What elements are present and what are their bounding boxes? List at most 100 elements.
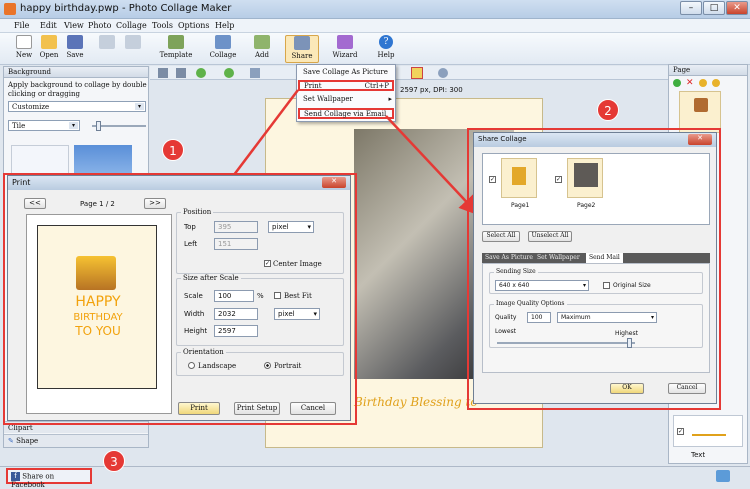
new-button[interactable]: New [14,35,34,59]
sending-size-select[interactable]: 640 x 640▾ [495,280,589,291]
quality-slider-thumb[interactable] [627,338,632,348]
left-input[interactable]: 151 [214,238,258,250]
shape-tab[interactable]: ✎ Shape [4,434,148,447]
rotate-left-icon[interactable] [196,68,206,78]
help-label: Help [378,51,395,59]
close-button[interactable]: ✕ [726,1,748,15]
menu-view[interactable]: View [64,21,84,30]
portrait-label: Portrait [274,362,301,370]
tile-slider[interactable] [92,125,146,127]
share-on-facebook-button[interactable]: f Share on Facebook [6,468,92,484]
chat-icon[interactable] [716,470,730,482]
redo-button[interactable] [124,35,142,51]
select-tool-icon[interactable] [158,68,168,78]
position-unit-select[interactable]: pixel▾ [268,221,314,233]
page-thumbnail[interactable] [679,91,721,133]
save-button[interactable]: Save [64,35,86,59]
select-all-button[interactable]: Select All [482,231,520,242]
prev-page-button[interactable]: << [24,198,46,209]
open-label: Open [40,51,59,59]
width-input[interactable]: 2032 [214,308,258,320]
move-up-icon[interactable] [699,79,707,87]
page1-label: Page1 [511,202,529,209]
settings-icon[interactable] [438,68,448,78]
menu-photo[interactable]: Photo [88,21,111,30]
move-down-icon[interactable] [712,79,720,87]
portrait-radio[interactable] [264,362,271,369]
slider-thumb[interactable] [96,121,101,131]
add-page-icon[interactable] [673,79,681,87]
height-input[interactable]: 2597 [214,325,258,337]
size-unit-select[interactable]: pixel▾ [274,308,320,320]
quality-input[interactable]: 100 [527,312,551,323]
best-fit-checkbox[interactable] [274,292,281,299]
menu-help[interactable]: Help [215,21,234,30]
page1-checkbox[interactable]: ✓ [489,176,496,183]
landscape-radio[interactable] [188,362,195,369]
undo-button[interactable] [98,35,116,51]
share-collage-dialog: Share Collage ✕ ✓ Page1 ✓ Page2 Select A… [473,132,717,404]
menu-tools[interactable]: Tools [152,21,173,30]
top-input[interactable]: 395 [214,221,258,233]
cake-icon [694,98,708,112]
menu-file[interactable]: File [14,21,29,30]
tab-set-wallpaper[interactable]: Set Wallpaper [537,254,580,261]
share-button[interactable]: Share [285,35,319,63]
minimize-button[interactable]: – [680,1,702,15]
template-icon [168,35,184,49]
quality-preset-select[interactable]: Maximum▾ [557,312,657,323]
menu-options[interactable]: Options [178,21,210,30]
send-via-email-item[interactable]: Send Collage via Email [298,108,394,119]
share-cancel-button[interactable]: Cancel [668,383,706,394]
share-dialog-close-button[interactable]: ✕ [688,134,712,145]
canvas-blessing-text: Birthday Blessing to [354,395,478,409]
step-badge-2: 2 [597,99,619,121]
height-label: Height [184,327,207,335]
print-cancel-button[interactable]: Cancel [290,402,336,415]
delete-page-icon[interactable]: ✕ [686,79,694,87]
save-as-picture-item[interactable]: Save Collage As Picture [303,68,388,76]
add-button[interactable]: Add [252,35,272,59]
original-size-checkbox[interactable] [603,282,610,289]
page2-checkbox[interactable]: ✓ [555,176,562,183]
menu-collage[interactable]: Collage [116,21,147,30]
background-thumbnail-2[interactable] [74,145,132,175]
flip-icon[interactable] [250,68,260,78]
tile-select[interactable]: Tile▾ [8,120,80,131]
quality-slider[interactable] [497,342,635,344]
facebook-icon: f [11,472,20,481]
text-checkbox[interactable]: ✓ [677,428,684,435]
wizard-button[interactable]: Wizard [331,35,359,59]
menu-edit[interactable]: Edit [40,21,57,30]
set-wallpaper-item[interactable]: Set Wallpaper▸ [303,95,393,103]
preview-text-birthday: BIRTHDAY [38,312,158,323]
print-item[interactable]: Print Ctrl+P [298,80,394,91]
template-button[interactable]: Template [158,35,194,59]
new-icon [16,35,32,49]
open-button[interactable]: Open [38,35,60,59]
customize-select[interactable]: Customize▾ [8,101,146,112]
print-setup-button[interactable]: Print Setup [234,402,280,415]
unselect-all-button[interactable]: Unselect All [528,231,572,242]
print-dialog-close-button[interactable]: ✕ [322,177,346,188]
submenu-arrow-icon: ▸ [388,95,392,103]
tab-save-as-picture[interactable]: Save As Picture [485,254,533,261]
next-page-button[interactable]: >> [144,198,166,209]
tab-send-mail[interactable]: Send Mail [586,253,623,263]
rotate-right-icon[interactable] [224,68,234,78]
background-thumbnail-1[interactable] [11,145,69,175]
print-item-label: Print [304,82,322,90]
share-dropdown-menu: Save Collage As Picture Print Ctrl+P Set… [296,64,396,122]
share-ok-button[interactable]: OK [610,383,644,394]
center-image-checkbox[interactable]: ✓ [264,260,271,267]
zoom-icon[interactable] [411,67,423,79]
print-button[interactable]: Print [178,402,220,415]
crop-tool-icon[interactable] [176,68,186,78]
scale-input[interactable]: 100 [214,290,254,302]
collage-button[interactable]: Collage [207,35,239,59]
text-thumbnail[interactable]: ✓ [673,415,743,447]
page2-thumbnail[interactable] [567,158,603,198]
maximize-button[interactable]: □ [703,1,725,15]
help-button[interactable]: ?Help [375,35,397,59]
page1-thumbnail[interactable] [501,158,537,198]
